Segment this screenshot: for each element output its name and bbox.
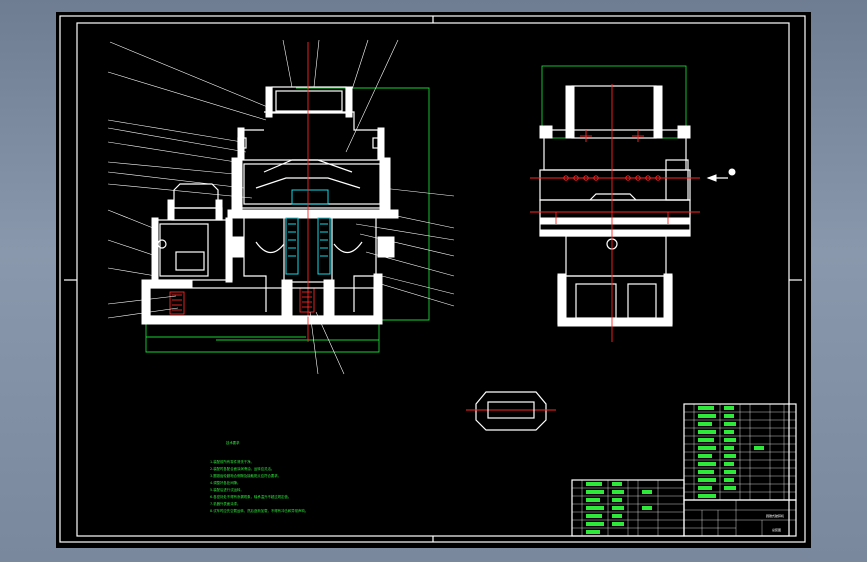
note-line: 1.装配前所有零件清洗干净。 (210, 459, 254, 464)
centering-marks (64, 16, 802, 542)
front-section-view (107, 39, 455, 375)
parts-list-upper (683, 403, 797, 501)
title-block: 圆锥式破碎机 总装图 (683, 499, 797, 537)
side-dimension-box (541, 65, 687, 139)
technical-notes: 技术要求 1.装配前所有零件清洗干净。 2.装配时各配合面涂润滑油，运转应灵活。… (210, 440, 308, 513)
note-line: 7.机器外表面涂漆。 (210, 501, 240, 506)
outer-sheet-border (59, 15, 806, 543)
detail-part-view (466, 391, 556, 431)
drive-housing (155, 183, 233, 281)
side-view (530, 65, 736, 342)
drawing-title: 圆锥式破碎机 (766, 513, 784, 518)
parts-list-lower (571, 479, 685, 537)
side-centerlines (530, 84, 700, 342)
detail-part-outline (475, 391, 547, 431)
side-housing-walls (539, 85, 691, 327)
notes-heading: 技术要求 (226, 440, 240, 445)
note-line: 2.装配时各配合面涂润滑油，运转应灵活。 (210, 466, 274, 471)
note-line: 6.各密封处不得有渗漏现象，轴承温升不超过规定值。 (210, 494, 291, 499)
drawing-number: 总装图 (772, 527, 781, 532)
note-line: 5.装配后进行试运转。 (210, 487, 244, 492)
cad-drawing: 技术要求 1.装配前所有零件清洗干净。 2.装配时各配合面涂润滑油，运转应灵活。… (59, 15, 806, 543)
note-line: 4.调整好各处间隙。 (210, 480, 240, 485)
view-direction-arrow (706, 168, 736, 182)
note-line: 3.圆锥齿轮副啮合侧隙及接触斑点应符合要求。 (210, 473, 281, 478)
note-line: 8.试车时应先空载运转，然后逐渐加载，不得有冲击和异常声响。 (210, 508, 308, 513)
cad-drawing-viewport[interactable]: 技术要求 1.装配前所有零件清洗干净。 2.装配时各配合面涂润滑油，运转应灵活。… (56, 12, 811, 548)
